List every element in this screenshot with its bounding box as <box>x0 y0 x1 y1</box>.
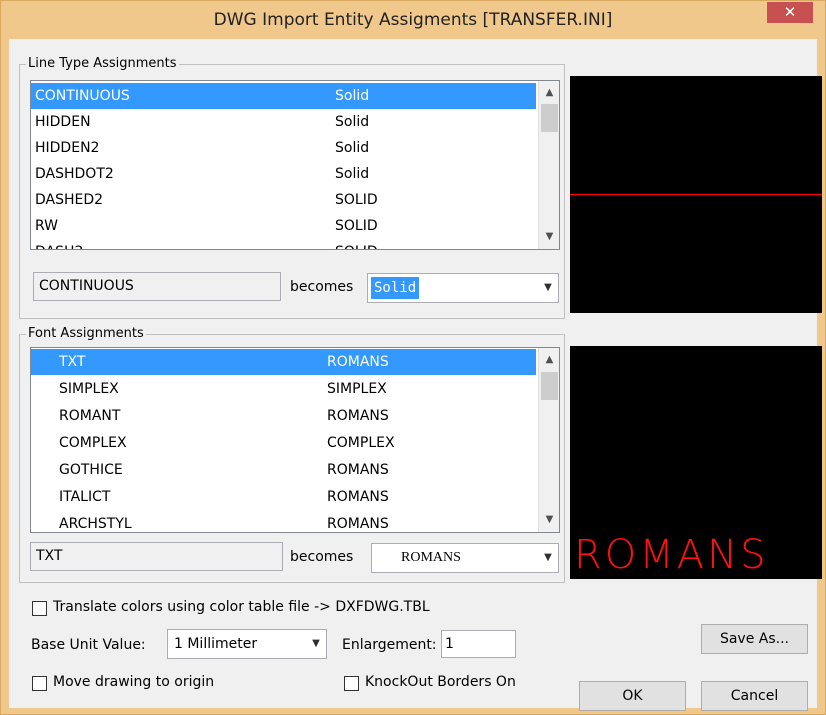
line_types-value: Solid <box>335 114 370 130</box>
fonts-value: SIMPLEX <box>327 381 387 397</box>
close-button[interactable]: ✕ <box>767 2 813 23</box>
save-as-button[interactable]: Save As... <box>701 624 808 654</box>
scrollbar-thumb[interactable] <box>541 104 558 132</box>
font-becomes-value: ROMANS <box>401 550 461 565</box>
list-item[interactable]: ITALICT ROMANS <box>31 484 536 510</box>
font-preview: ROMANS <box>570 346 822 579</box>
font-preview-text: ROMANS <box>574 532 769 578</box>
line-type-becomes-select[interactable]: Solid ▼ <box>367 273 559 303</box>
fonts-value: ROMANS <box>327 489 389 505</box>
line-preview-stroke <box>570 194 822 195</box>
font-scrollbar[interactable]: ▲ ▼ <box>538 348 559 532</box>
line_types-name: DASH2 <box>35 239 83 249</box>
scroll-up-icon[interactable]: ▲ <box>539 350 559 370</box>
dialog-client: Line Type Assignments CONTINUOUS Solid HID… <box>9 39 822 711</box>
line_types-value: SOLID <box>335 239 378 249</box>
list-item[interactable]: COMPLEX COMPLEX <box>31 430 536 456</box>
list-item[interactable]: RW SOLID <box>31 213 536 239</box>
dialog-window: DWG Import Entity Assigments [TRANSFER.I… <box>0 0 826 715</box>
line-type-becomes-value: Solid <box>371 277 420 299</box>
line_types-name: HIDDEN2 <box>35 140 100 156</box>
translate-colors-label: Translate colors using color table file … <box>53 599 430 615</box>
line-type-scrollbar[interactable]: ▲ ▼ <box>538 81 559 249</box>
list-item[interactable]: CONTINUOUS Solid <box>31 83 536 109</box>
fonts-value: COMPLEX <box>327 435 395 451</box>
list-item[interactable]: HIDDEN2 Solid <box>31 135 536 161</box>
list-item[interactable]: ROMANT ROMANS <box>31 403 536 429</box>
font-group-label: Font Assignments <box>26 326 146 342</box>
list-item[interactable]: GOTHICE ROMANS <box>31 457 536 483</box>
list-item[interactable]: TXT ROMANS <box>31 349 536 375</box>
fonts-name: ARCHSTYL <box>59 516 132 532</box>
chevron-down-icon: ▼ <box>312 638 320 649</box>
knockout-borders-checkbox[interactable] <box>344 676 359 691</box>
line_types-value: Solid <box>335 166 370 182</box>
line-type-current-name: CONTINUOUS <box>33 272 281 301</box>
line_types-name: CONTINUOUS <box>35 88 130 104</box>
line_types-value: Solid <box>335 140 370 156</box>
fonts-name: SIMPLEX <box>59 381 119 397</box>
line_types-name: HIDDEN <box>35 114 91 130</box>
knockout-borders-label: KnockOut Borders On <box>365 674 516 690</box>
line-type-preview <box>570 76 822 313</box>
chevron-down-icon: ▼ <box>544 552 552 563</box>
title-bar[interactable]: DWG Import Entity Assigments [TRANSFER.I… <box>1 1 825 39</box>
line_types-value: SOLID <box>335 192 378 208</box>
scroll-up-icon[interactable]: ▲ <box>539 83 559 103</box>
base-unit-select[interactable]: 1 Millimeter ▼ <box>167 629 327 659</box>
move-origin-label: Move drawing to origin <box>53 674 215 690</box>
font-becomes-select[interactable]: ROMANS ▼ <box>371 543 559 573</box>
enlargement-input[interactable]: 1 <box>441 630 516 658</box>
ok-button[interactable]: OK <box>579 681 686 711</box>
font-current-name: TXT <box>30 542 283 571</box>
font-list[interactable]: TXT ROMANS SIMPLEX SIMPLEX ROMANT ROMANS COMPL… <box>30 347 560 533</box>
fonts-value: ROMANS <box>327 354 389 370</box>
list-item[interactable]: DASHED2 SOLID <box>31 187 536 213</box>
line-type-becomes-label: becomes <box>290 279 354 295</box>
list-item[interactable]: DASHDOT2 Solid <box>31 161 536 187</box>
translate-colors-checkbox[interactable] <box>32 601 47 616</box>
fonts-name: GOTHICE <box>59 462 123 478</box>
chevron-down-icon: ▼ <box>544 282 552 293</box>
scrollbar-thumb[interactable] <box>541 372 558 400</box>
enlargement-label: Enlargement: <box>342 637 437 653</box>
cancel-button[interactable]: Cancel <box>701 681 808 711</box>
base-unit-label: Base Unit Value: <box>31 637 146 653</box>
fonts-name: COMPLEX <box>59 435 127 451</box>
fonts-value: ROMANS <box>327 408 389 424</box>
line_types-value: Solid <box>335 88 370 104</box>
line-type-group-label: Line Type Assignments <box>26 56 179 72</box>
line_types-value: SOLID <box>335 218 378 234</box>
list-item[interactable]: HIDDEN Solid <box>31 109 536 135</box>
close-icon: ✕ <box>783 3 797 21</box>
fonts-value: ROMANS <box>327 462 389 478</box>
line-type-list[interactable]: CONTINUOUS Solid HIDDEN Solid HIDDEN2 Solid DA… <box>30 80 560 250</box>
window-title: DWG Import Entity Assigments [TRANSFER.I… <box>213 10 613 30</box>
scroll-down-icon[interactable]: ▼ <box>539 227 559 247</box>
fonts-value: ROMANS <box>327 516 389 532</box>
base-unit-value: 1 Millimeter <box>174 636 258 652</box>
line_types-name: DASHED2 <box>35 192 104 208</box>
list-item[interactable]: SIMPLEX SIMPLEX <box>31 376 536 402</box>
line_types-name: RW <box>35 218 59 234</box>
list-item[interactable]: ARCHSTYL ROMANS <box>31 511 536 532</box>
list-item[interactable]: DASH2 SOLID <box>31 239 536 249</box>
fonts-name: ITALICT <box>59 489 111 505</box>
fonts-name: TXT <box>59 354 86 370</box>
font-becomes-label: becomes <box>290 549 354 565</box>
line_types-name: DASHDOT2 <box>35 166 114 182</box>
scroll-down-icon[interactable]: ▼ <box>539 510 559 530</box>
fonts-name: ROMANT <box>59 408 121 424</box>
move-origin-checkbox[interactable] <box>32 676 47 691</box>
